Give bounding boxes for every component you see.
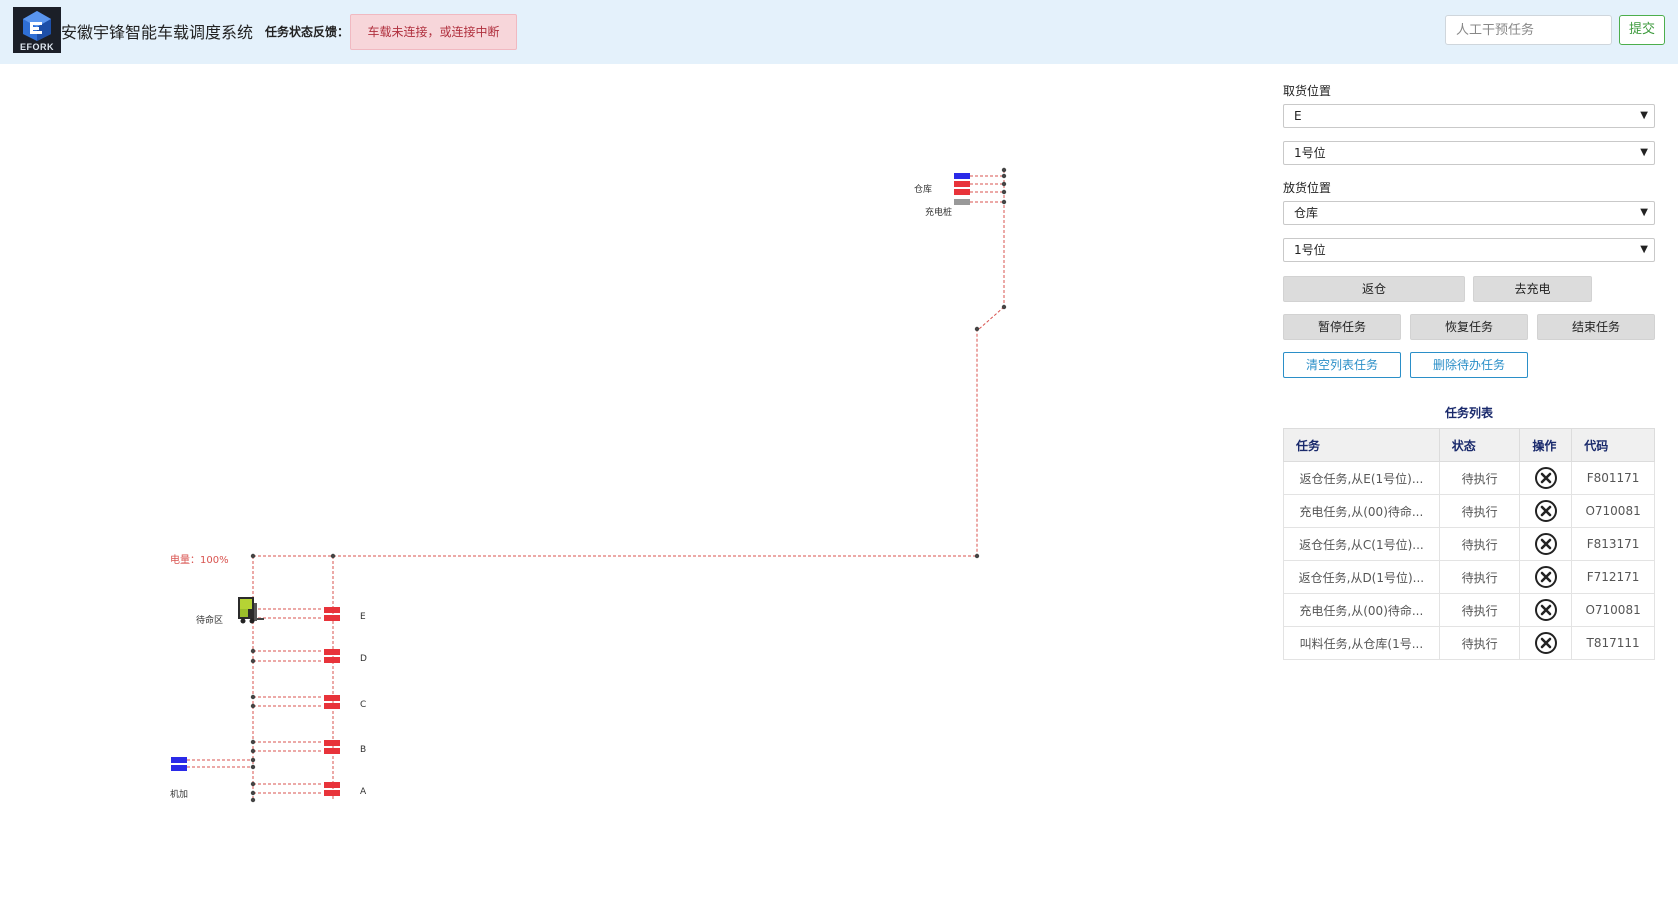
cancel-task-icon[interactable] (1534, 598, 1558, 622)
return-warehouse-button[interactable]: 返仓 (1283, 276, 1465, 302)
task-table: 任务 状态 操作 代码 返仓任务,从E(1号位)... 待执行 F801171 … (1283, 428, 1655, 660)
task-code: T817111 (1571, 626, 1655, 660)
table-row: 叫料任务,从仓库(1号... 待执行 T817111 (1283, 626, 1655, 660)
table-row: 充电任务,从(00)待命... 待执行 O710081 (1283, 494, 1655, 528)
task-action-cell (1519, 560, 1573, 594)
resume-task-button[interactable]: 恢复任务 (1410, 314, 1528, 340)
task-code: O710081 (1571, 593, 1655, 627)
task-code: F813171 (1571, 527, 1655, 561)
feedback-status-badge: 车载未连接，或连接中断 (350, 14, 517, 50)
intervene-task-input[interactable] (1445, 15, 1612, 45)
task-code: F712171 (1571, 560, 1655, 594)
forklift-icon (238, 597, 264, 624)
machining-slots (171, 757, 187, 771)
end-task-button[interactable]: 结束任务 (1537, 314, 1655, 340)
warehouse-slots (954, 173, 970, 205)
warehouse-label: 仓库 (914, 183, 932, 195)
go-charge-button[interactable]: 去充电 (1473, 276, 1592, 302)
logo-text: EFORK (20, 42, 54, 52)
pickup-location-label: 取货位置 (1283, 84, 1332, 98)
pickup-slot-select[interactable]: 1号位 ▼ (1283, 141, 1655, 165)
task-description: 充电任务,从(00)待命... (1283, 593, 1440, 627)
charging-station-label: 充电桩 (925, 206, 952, 218)
delete-pending-tasks-button[interactable]: 删除待办任务 (1410, 352, 1528, 378)
task-code: O710081 (1571, 494, 1655, 528)
task-action-cell (1519, 527, 1573, 561)
cancel-task-icon[interactable] (1534, 631, 1558, 655)
task-code: F801171 (1571, 461, 1655, 495)
task-description: 充电任务,从(00)待命... (1283, 494, 1440, 528)
route-lines (187, 170, 1005, 800)
chevron-down-icon: ▼ (1640, 207, 1648, 218)
pickup-slot-value: 1号位 (1294, 146, 1326, 160)
pause-task-button[interactable]: 暂停任务 (1283, 314, 1401, 340)
app-title: 安徽宇锋智能车载调度系统 (61, 23, 254, 42)
station-label-c: C (360, 700, 366, 710)
task-action-cell (1519, 626, 1573, 660)
clear-task-list-button[interactable]: 清空列表任务 (1283, 352, 1401, 378)
station-label-b: B (360, 745, 366, 755)
table-row: 充电任务,从(00)待命... 待执行 O710081 (1283, 593, 1655, 627)
task-table-header: 任务 状态 操作 代码 (1283, 428, 1655, 462)
task-status: 待执行 (1438, 527, 1521, 561)
chevron-down-icon: ▼ (1640, 147, 1648, 158)
efork-logo: EFORK (13, 7, 61, 53)
column-header-task: 任务 (1283, 428, 1440, 462)
chevron-down-icon: ▼ (1640, 244, 1648, 255)
table-row: 返仓任务,从C(1号位)... 待执行 F813171 (1283, 527, 1655, 561)
cube-logo-icon (23, 11, 51, 41)
station-label-d: D (360, 654, 367, 664)
task-status: 待执行 (1438, 461, 1521, 495)
task-status: 待执行 (1438, 593, 1521, 627)
task-action-cell (1519, 593, 1573, 627)
column-header-action: 操作 (1519, 428, 1573, 462)
task-action-cell (1519, 461, 1573, 495)
table-row: 返仓任务,从E(1号位)... 待执行 F801171 (1283, 461, 1655, 495)
drop-location-label: 放货位置 (1283, 181, 1332, 195)
cancel-task-icon[interactable] (1534, 532, 1558, 556)
drop-slot-value: 1号位 (1294, 243, 1326, 257)
drop-area-select[interactable]: 仓库 ▼ (1283, 201, 1655, 225)
cancel-task-icon[interactable] (1534, 565, 1558, 589)
cancel-task-icon[interactable] (1534, 466, 1558, 490)
task-description: 返仓任务,从C(1号位)... (1283, 527, 1440, 561)
column-header-status: 状态 (1438, 428, 1521, 462)
task-description: 叫料任务,从仓库(1号... (1283, 626, 1440, 660)
station-label-a: A (360, 787, 367, 797)
machining-label: 机加 (170, 788, 188, 800)
chevron-down-icon: ▼ (1640, 110, 1648, 121)
drop-slot-select[interactable]: 1号位 ▼ (1283, 238, 1655, 262)
header-bar: EFORK 安徽宇锋智能车载调度系统 任务状态反馈： 车载未连接，或连接中断 提… (0, 0, 1678, 64)
cancel-task-icon[interactable] (1534, 499, 1558, 523)
feedback-label: 任务状态反馈： (265, 25, 350, 39)
drop-area-value: 仓库 (1294, 206, 1319, 220)
station-label-e: E (360, 612, 366, 622)
task-status: 待执行 (1438, 560, 1521, 594)
station-slots (324, 607, 340, 796)
column-header-code: 代码 (1571, 428, 1655, 462)
route-map-canvas: 电量：100% 仓库 充电桩 待命区 机加 E D C B A (170, 167, 1007, 803)
task-list-title: 任务列表 (1444, 406, 1493, 420)
task-status: 待执行 (1438, 626, 1521, 660)
submit-button[interactable]: 提交 (1619, 15, 1665, 45)
task-description: 返仓任务,从E(1号位)... (1283, 461, 1440, 495)
task-action-cell (1519, 494, 1573, 528)
standby-area-label: 待命区 (196, 614, 223, 626)
battery-level-text: 电量：100% (170, 553, 229, 566)
table-row: 返仓任务,从D(1号位)... 待执行 F712171 (1283, 560, 1655, 594)
task-description: 返仓任务,从D(1号位)... (1283, 560, 1440, 594)
route-map: 电量：100% 仓库 充电桩 待命区 机加 E D C B A (0, 64, 1270, 912)
pickup-area-value: E (1294, 109, 1302, 123)
pickup-area-select[interactable]: E ▼ (1283, 104, 1655, 128)
task-status: 待执行 (1438, 494, 1521, 528)
